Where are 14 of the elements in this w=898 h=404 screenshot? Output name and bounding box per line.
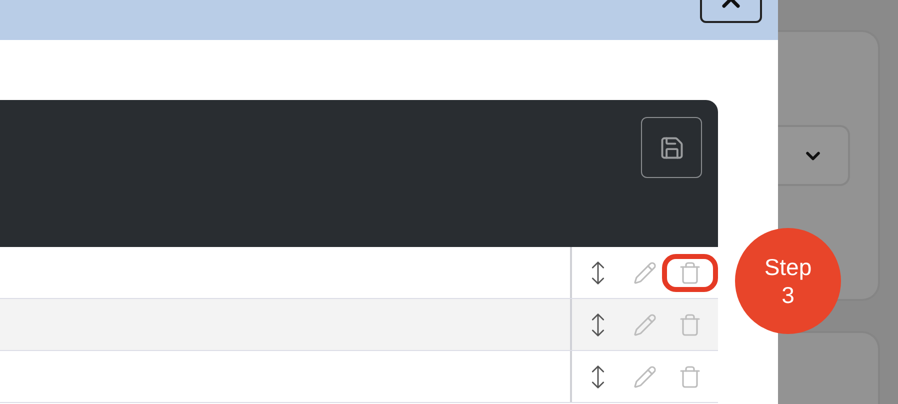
save-button[interactable] [641,117,702,178]
sort-icon[interactable] [590,362,606,390]
trash-icon [678,260,702,284]
step-number: 3 [782,281,794,309]
pencil-icon [633,312,657,336]
trash-icon [678,312,702,336]
delete-button[interactable] [662,254,718,292]
pencil-icon [633,260,657,284]
sort-icon[interactable] [590,258,606,286]
trash-icon [678,364,702,388]
step-label: Step [764,253,812,281]
save-icon [658,134,684,160]
sort-icon[interactable] [590,310,606,338]
pencil-icon [633,364,657,388]
